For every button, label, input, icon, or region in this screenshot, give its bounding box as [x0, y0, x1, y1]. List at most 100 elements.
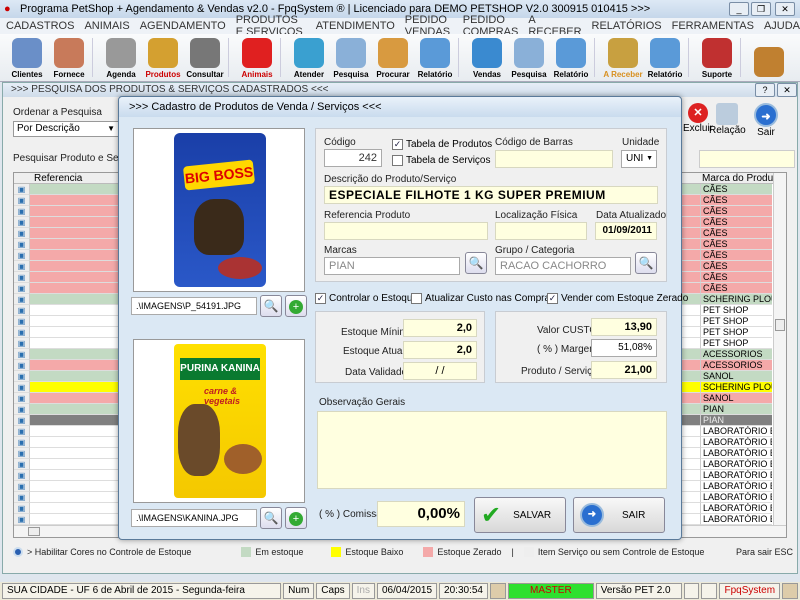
exit-icon	[754, 47, 784, 77]
validade-label: Data Validade	[345, 367, 408, 378]
menu-item[interactable]: RELATÓRIOS	[592, 20, 662, 32]
image1-path-field[interactable]: .\IMAGENS\P_54191.JPG	[131, 297, 257, 315]
printer-icon	[556, 38, 586, 68]
margem-label: ( % ) Margem	[537, 344, 598, 355]
salvar-button[interactable]: ✔ SALVAR	[474, 497, 566, 533]
toolbar-button[interactable]: Pesquisa	[508, 34, 550, 82]
toolbar-button[interactable]: Relatório	[644, 34, 686, 82]
toolbar-button[interactable]: Procurar	[372, 34, 414, 82]
codigo-field[interactable]: 242	[324, 149, 382, 167]
legend-swatch-pink	[423, 547, 434, 557]
network-icon[interactable]	[701, 583, 718, 599]
validade-field[interactable]: / /	[403, 362, 477, 380]
tabela-servicos-checkbox[interactable]: Tabela de Serviços	[392, 155, 491, 166]
toolbar-button[interactable]: Clientes	[6, 34, 48, 82]
toolbar-button[interactable]: Atender	[288, 34, 330, 82]
paw-plus-icon	[294, 38, 324, 68]
vender-zerado-checkbox[interactable]: ✓ Vender com Estoque Zerado	[547, 293, 688, 304]
controlar-estoque-checkbox[interactable]: ✓ Controlar o Estoque	[315, 293, 418, 304]
row-brand-cell: PIAN	[700, 404, 772, 415]
toolbar-button[interactable]: Produtos	[142, 34, 184, 82]
kanina-logo: PURINA KANINA	[180, 358, 260, 380]
legend-swatch-gray	[523, 547, 534, 557]
status-bar: SUA CIDADE - UF 6 de Abril de 2015 - Seg…	[0, 582, 800, 600]
row-indicator-icon: ▣	[14, 228, 30, 239]
sair-button[interactable]: ➜ SAIR	[573, 497, 665, 533]
kanina-bag-image: PURINA KANINA carne & vegetais	[174, 344, 266, 498]
atualizar-custo-checkbox[interactable]: Atualizar Custo nas Compras	[411, 293, 555, 304]
toolbar-button[interactable]: Vendas	[466, 34, 508, 82]
help-button[interactable]: ?	[755, 83, 775, 97]
exit-button[interactable]: ➜ Sair	[751, 103, 781, 138]
toolbar-button[interactable]: Animais	[236, 34, 278, 82]
scroll-thumb[interactable]	[775, 319, 785, 331]
localizacao-field[interactable]	[495, 222, 587, 240]
row-indicator-icon: ▣	[14, 184, 30, 195]
referencia-field[interactable]	[324, 222, 488, 240]
comissao-field[interactable]: 0,00%	[377, 501, 465, 527]
toolbar-button[interactable]: Consultar	[184, 34, 226, 82]
toolbar-button[interactable]: Relatório	[550, 34, 592, 82]
estoque-min-field[interactable]: 2,0	[403, 319, 477, 337]
toolbar-label: Procurar	[376, 70, 410, 79]
minimize-button[interactable]: _	[729, 2, 749, 16]
image2-search-button[interactable]: 🔍	[260, 507, 282, 529]
restore-button[interactable]: ❐	[751, 2, 771, 16]
toolbar-label: Produtos	[145, 70, 181, 79]
search-doc-icon	[514, 38, 544, 68]
grupo-search-button[interactable]: 🔍	[635, 252, 657, 274]
printer-icon[interactable]	[683, 583, 700, 599]
salvar-label: SALVAR	[513, 509, 552, 521]
checkbox-unchecked-icon	[411, 293, 422, 304]
estoque-atual-field[interactable]: 2,0	[403, 341, 477, 359]
order-select[interactable]: Por Descrição ▼	[13, 121, 119, 137]
image2-add-button[interactable]: +	[285, 507, 307, 529]
printer-icon	[716, 103, 738, 125]
image2-path-field[interactable]: .\IMAGENS\KANINA.JPG	[131, 509, 257, 527]
toolbar-button[interactable]: Suporte	[696, 34, 738, 82]
marcas-field[interactable]: PIAN	[324, 257, 460, 275]
search-input[interactable]	[699, 150, 795, 168]
menu-item[interactable]: ANIMAIS	[84, 20, 129, 32]
menu-item[interactable]: ATENDIMENTO	[316, 20, 395, 32]
grupo-field[interactable]: RACAO CACHORRO	[495, 257, 631, 275]
row-indicator-icon: ▣	[14, 481, 30, 492]
menu-item[interactable]: AJUDA	[764, 20, 800, 32]
menu-item[interactable]: CADASTROS	[6, 20, 74, 32]
close-button[interactable]: ✕	[775, 2, 795, 16]
unidade-label: Unidade	[622, 137, 660, 148]
unidade-select[interactable]: UNI ▼	[621, 150, 657, 168]
atualizar-label: Atualizar Custo nas Compras	[425, 293, 556, 304]
toolbar-button[interactable]	[748, 34, 790, 82]
toolbar-button[interactable]: Fornece	[48, 34, 90, 82]
data-atualizado-field[interactable]: 01/09/2011	[595, 222, 657, 240]
toolbar-button[interactable]: Pesquisa	[330, 34, 372, 82]
menu-item[interactable]: AGENDAMENTO	[140, 20, 226, 32]
custo-field[interactable]: 13,90	[591, 318, 657, 336]
checkmark-icon: ✔	[481, 501, 502, 529]
margem-field[interactable]: 51,08%	[591, 339, 657, 357]
col-ref-header[interactable]: Referencia	[34, 173, 82, 184]
descricao-field[interactable]: ESPECIALE FILHOTE 1 KG SUPER PREMIUM	[324, 186, 658, 204]
report-button[interactable]: Relação	[709, 103, 746, 136]
menu-item[interactable]: FERRAMENTAS	[672, 20, 754, 32]
row-indicator-icon: ▣	[14, 217, 30, 228]
obs-textarea[interactable]	[317, 411, 667, 489]
toolbar-button[interactable]: Agenda	[100, 34, 142, 82]
legend-low: Estoque Baixo	[345, 547, 404, 557]
image1-add-button[interactable]: +	[285, 295, 307, 317]
toolbar-button[interactable]: A Receber	[602, 34, 644, 82]
image1-search-button[interactable]: 🔍	[260, 295, 282, 317]
toolbar-button[interactable]: Relatório	[414, 34, 456, 82]
col-brand-header[interactable]: Marca do Produto	[702, 173, 782, 184]
search-close-button[interactable]: ✕	[777, 83, 797, 97]
hscroll-thumb[interactable]	[28, 527, 40, 536]
data-atualizado-label: Data Atualizado	[596, 210, 667, 221]
barras-field[interactable]	[495, 150, 613, 168]
tabela-produtos-checkbox[interactable]: ✓ Tabela de Produtos	[392, 139, 492, 150]
enable-colors-radio[interactable]	[13, 547, 23, 557]
vertical-scrollbar[interactable]	[773, 173, 786, 525]
marcas-search-button[interactable]: 🔍	[465, 252, 487, 274]
preco-field[interactable]: 21,00	[591, 361, 657, 379]
user-icon	[782, 583, 799, 599]
